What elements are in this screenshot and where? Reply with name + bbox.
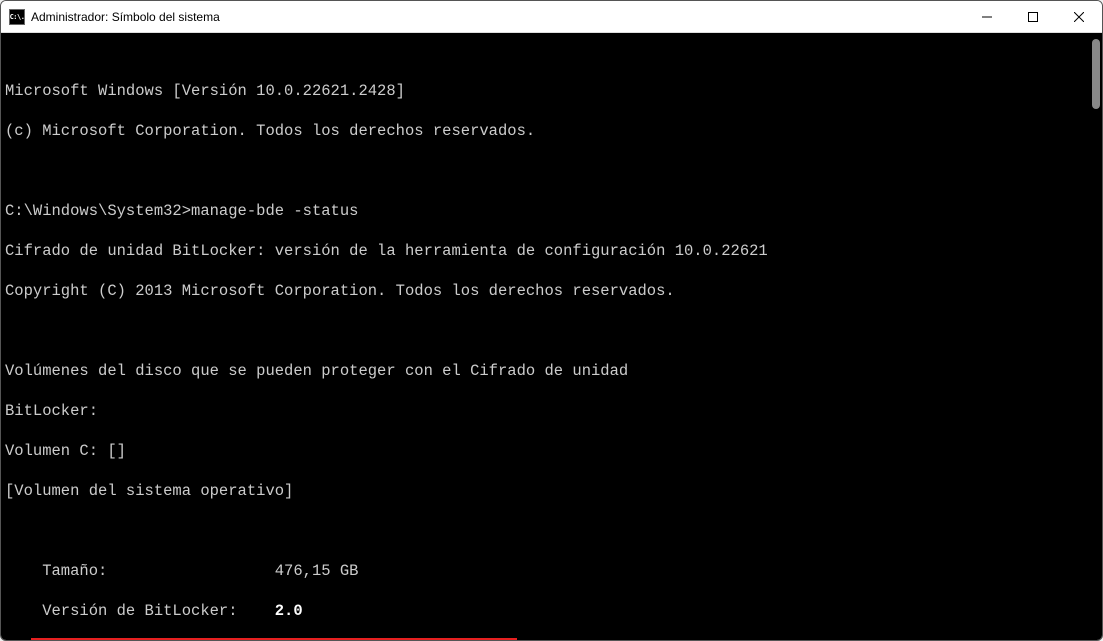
cmd-icon: C:\. bbox=[9, 9, 25, 25]
header-line: Microsoft Windows [Versión 10.0.22621.24… bbox=[5, 81, 1102, 101]
size-value: 476,15 GB bbox=[275, 561, 359, 581]
minimize-button[interactable] bbox=[964, 1, 1010, 32]
volumes-header: Volúmenes del disco que se pueden proteg… bbox=[5, 361, 1102, 381]
size-label: Tamaño: bbox=[42, 561, 275, 581]
maximize-button[interactable] bbox=[1010, 1, 1056, 32]
close-button[interactable] bbox=[1056, 1, 1102, 32]
blank-line bbox=[5, 161, 1102, 181]
version-label: Versión de BitLocker: bbox=[42, 601, 275, 621]
size-row: Tamaño: 476,15 GB bbox=[5, 561, 1102, 581]
terminal-output[interactable]: Microsoft Windows [Versión 10.0.22621.24… bbox=[1, 33, 1102, 640]
volume-sys-line: [Volumen del sistema operativo] bbox=[5, 481, 1102, 501]
scrollbar-thumb[interactable] bbox=[1092, 39, 1100, 109]
blank-line bbox=[5, 321, 1102, 341]
tool-copyright-line: Copyright (C) 2013 Microsoft Corporation… bbox=[5, 281, 1102, 301]
window-controls bbox=[964, 1, 1102, 32]
copyright-line: (c) Microsoft Corporation. Todos los der… bbox=[5, 121, 1102, 141]
tool-version-line: Cifrado de unidad BitLocker: versión de … bbox=[5, 241, 1102, 261]
prompt-path: C:\Windows\System32> bbox=[5, 202, 191, 220]
titlebar[interactable]: C:\. Administrador: Símbolo del sistema bbox=[1, 1, 1102, 33]
version-row: Versión de BitLocker: 2.0 bbox=[5, 601, 1102, 621]
window-title: Administrador: Símbolo del sistema bbox=[31, 10, 220, 24]
cmd-window: C:\. Administrador: Símbolo del sistema … bbox=[0, 0, 1103, 641]
volume-c-line: Volumen C: [] bbox=[5, 441, 1102, 461]
version-value: 2.0 bbox=[275, 601, 303, 621]
blank-line bbox=[5, 521, 1102, 541]
bitlocker-label: BitLocker: bbox=[5, 401, 1102, 421]
prompt-line: C:\Windows\System32>manage-bde -status bbox=[5, 201, 1102, 221]
command-text: manage-bde -status bbox=[191, 202, 358, 220]
